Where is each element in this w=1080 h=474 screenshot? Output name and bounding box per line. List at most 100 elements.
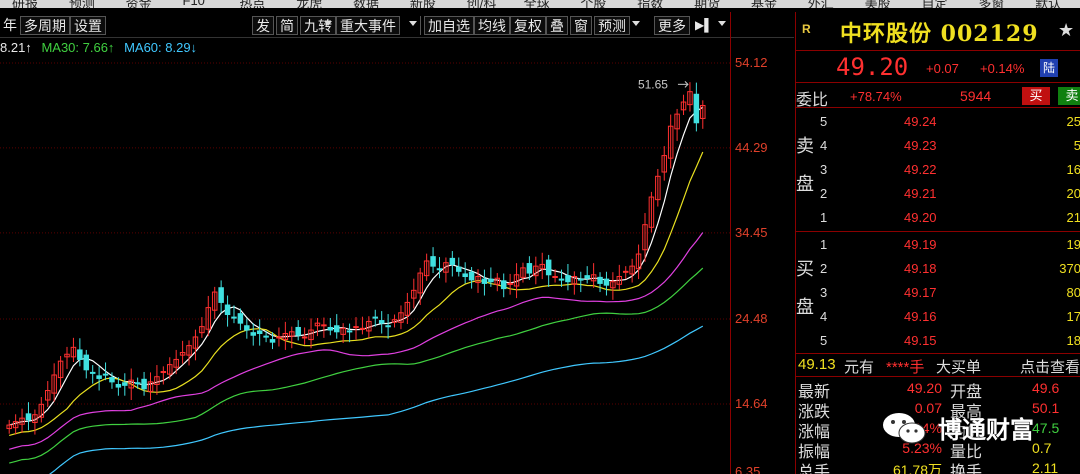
nine-turn-dropdown-icon[interactable]	[324, 21, 332, 26]
wechat-icon	[883, 413, 926, 444]
ask-level: 3	[820, 162, 828, 177]
candle-body	[372, 316, 379, 319]
ask-level: 1	[820, 210, 828, 225]
top-nav-item[interactable]: 龙虎	[296, 0, 322, 8]
bid-row[interactable]: 4 49.16 17	[818, 304, 1080, 328]
price-row: 49.20 +0.07 +0.14% 陆	[796, 50, 1080, 82]
toolbar-menu-dropdown-icon[interactable]	[718, 21, 726, 26]
ask-volume: 5	[1073, 138, 1080, 153]
fa-button[interactable]: 发	[252, 16, 274, 35]
top-nav-item[interactable]: F10	[183, 0, 205, 8]
top-nav-item[interactable]: 外汇	[808, 0, 834, 8]
bid-row[interactable]: 3 49.17 80	[818, 280, 1080, 304]
ma-line-ma60	[48, 325, 704, 474]
multi-period-button[interactable]: 多周期	[20, 16, 70, 35]
bid-price: 49.17	[904, 285, 937, 300]
view-details-link[interactable]: 点击查看	[1020, 356, 1080, 377]
candle-body	[96, 375, 102, 379]
forecast-dropdown-icon[interactable]	[632, 21, 640, 26]
top-nav-item[interactable]: 期货	[694, 0, 720, 8]
top-nav-item[interactable]: 预测	[69, 0, 95, 8]
ask-row[interactable]: 5 49.24 25	[818, 109, 1080, 133]
bid-level: 4	[820, 309, 828, 324]
ask-row[interactable]: 3 49.22 16	[818, 157, 1080, 181]
window-button[interactable]: 窗	[570, 16, 592, 35]
candlestick-chart[interactable]: 51.65	[0, 52, 730, 474]
buy-button[interactable]: 买	[1022, 87, 1050, 105]
candle-body	[378, 320, 385, 324]
favorite-star-icon[interactable]: ★	[1058, 20, 1074, 41]
more-button[interactable]: 更多	[654, 16, 690, 35]
bid-side-label: 盘	[796, 297, 814, 317]
peak-price-label: 51.65	[638, 77, 668, 91]
candle-body	[218, 287, 224, 303]
period-year-button[interactable]: 年	[0, 16, 20, 35]
top-nav-item[interactable]: 热点	[239, 0, 265, 8]
candle-body	[122, 382, 128, 386]
last-price: 49.20	[836, 53, 909, 81]
candle-body	[321, 324, 327, 327]
y-tick-label: 6.35	[735, 464, 761, 474]
bid-volume: 17	[1066, 309, 1080, 324]
play-forward-icon[interactable]: ▶▌	[692, 16, 716, 35]
big-order-text: 元有	[844, 359, 875, 376]
top-nav-item[interactable]: 个股	[580, 0, 606, 8]
top-nav-item[interactable]: 默认	[1035, 0, 1061, 8]
moving-average-button[interactable]: 均线	[474, 16, 510, 35]
r-mark: R	[802, 22, 811, 36]
stat-label-turnover: 换手	[950, 464, 983, 474]
big-order-row[interactable]: 49.13 元有 ****手 大买单 点击查看	[796, 353, 1080, 377]
bid-volume: 370	[1059, 261, 1080, 276]
weibi-row: 委比 +78.74% 5944 买 卖	[796, 82, 1080, 109]
major-events-button[interactable]: 重大事件	[336, 16, 400, 35]
top-nav-item[interactable]: 多窗	[978, 0, 1004, 8]
ask-volume: 20	[1066, 186, 1080, 201]
ask-row[interactable]: 4 49.23 5	[818, 133, 1080, 157]
candle-body	[231, 316, 237, 319]
bid-row[interactable]: 1 49.19 19	[818, 232, 1080, 256]
bid-row[interactable]: 2 49.18 370	[818, 256, 1080, 280]
sell-button[interactable]: 卖	[1058, 87, 1080, 105]
top-nav-item[interactable]: 自定	[921, 0, 947, 8]
top-nav-item[interactable]: 指数	[637, 0, 663, 8]
top-nav-item[interactable]: 数据	[353, 0, 379, 8]
big-order-price: 49.13	[798, 356, 836, 373]
add-watchlist-button[interactable]: 加自选	[424, 16, 474, 35]
ask-row[interactable]: 1 49.20 21	[818, 205, 1080, 229]
top-nav-item[interactable]: 新股	[410, 0, 436, 8]
price-change-pct: +0.14%	[980, 61, 1025, 76]
major-events-dropdown-icon[interactable]	[409, 21, 417, 26]
candle-body	[237, 313, 244, 324]
ask-level: 2	[820, 186, 828, 201]
big-order-type: 大买单	[936, 359, 982, 376]
candle-body	[488, 278, 494, 283]
stock-name[interactable]: 中环股份 002129	[840, 16, 1039, 48]
jian-button[interactable]: 简	[276, 16, 298, 35]
candle-body	[346, 330, 353, 333]
candle-body	[558, 278, 565, 281]
ask-row[interactable]: 2 49.21 20	[818, 181, 1080, 205]
candle-body	[250, 332, 256, 336]
weibi-diff: 5944	[960, 88, 992, 104]
bid-price: 49.16	[904, 309, 937, 324]
bid-level: 2	[820, 261, 828, 276]
candle-body	[295, 326, 301, 336]
bid-row[interactable]: 5 49.15 18	[818, 328, 1080, 352]
top-nav-item[interactable]: 研报	[12, 0, 38, 8]
top-nav-item[interactable]: 资金	[126, 0, 152, 8]
ask-volume: 21	[1066, 210, 1080, 225]
top-nav-item[interactable]: 创/科	[467, 0, 497, 8]
y-tick-label: 24.48	[735, 311, 768, 326]
top-nav-item[interactable]: 美股	[865, 0, 891, 8]
candle-body	[578, 278, 584, 281]
candle-body	[500, 280, 507, 290]
candle-body	[353, 326, 359, 329]
candle-body	[545, 259, 552, 276]
forecast-button[interactable]: 预测	[594, 16, 630, 35]
adjust-button[interactable]: 复权	[510, 16, 546, 35]
settings-button[interactable]: 设置	[70, 16, 106, 35]
overlay-button[interactable]: 叠	[546, 16, 568, 35]
ask-price: 49.24	[904, 114, 937, 129]
top-nav-item[interactable]: 全球	[524, 0, 550, 8]
top-nav-item[interactable]: 基金	[751, 0, 777, 8]
